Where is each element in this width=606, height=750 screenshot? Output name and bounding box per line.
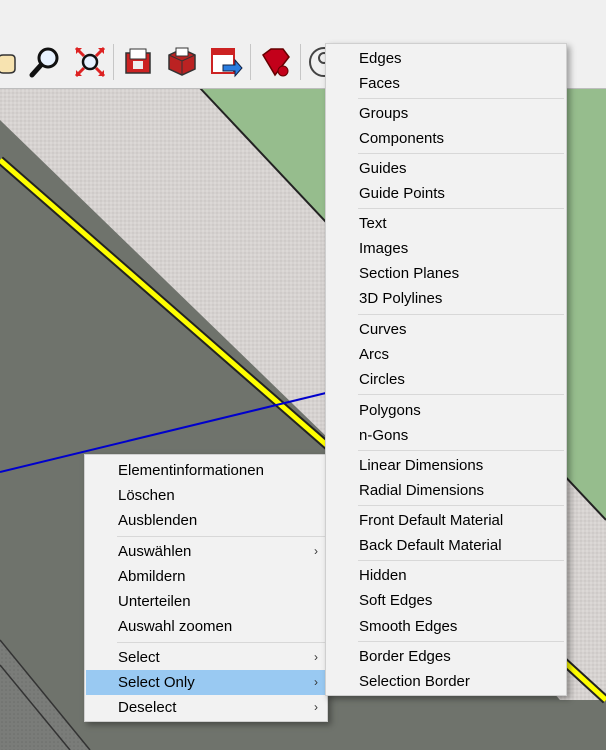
- submenu-item-selection-border[interactable]: Selection Border: [327, 669, 565, 694]
- submenu-item-n-gons[interactable]: n-Gons: [327, 423, 565, 448]
- submenu-item-linear-dimensions[interactable]: Linear Dimensions: [327, 453, 565, 478]
- menu-item-label: Arcs: [359, 346, 389, 363]
- submenu-item-guides[interactable]: Guides: [327, 156, 565, 181]
- submenu-item-text[interactable]: Text: [327, 211, 565, 236]
- select-only-submenu: Edges Faces Groups Components Guides Gui…: [325, 43, 567, 696]
- extension-warehouse-icon[interactable]: [162, 42, 202, 82]
- menu-item-label: Text: [359, 215, 387, 232]
- menu-item-label: Circles: [359, 371, 405, 388]
- menu-item-label: Deselect: [118, 699, 177, 716]
- menu-item-hide[interactable]: Ausblenden: [86, 508, 326, 533]
- menu-item-soften[interactable]: Abmildern: [86, 564, 326, 589]
- menu-separator: [358, 394, 564, 395]
- submenu-item-guide-points[interactable]: Guide Points: [327, 181, 565, 206]
- menu-item-label: Select: [118, 649, 160, 666]
- submenu-item-radial-dimensions[interactable]: Radial Dimensions: [327, 478, 565, 503]
- menu-item-label: Border Edges: [359, 648, 451, 665]
- submenu-item-arcs[interactable]: Arcs: [327, 342, 565, 367]
- chevron-right-icon: ›: [314, 675, 318, 689]
- menu-item-label: Selection Border: [359, 673, 470, 690]
- submenu-item-components[interactable]: Components: [327, 126, 565, 151]
- submenu-item-faces[interactable]: Faces: [327, 71, 565, 96]
- menu-item-label: Elementinformationen: [118, 462, 264, 479]
- warehouse-icon[interactable]: [118, 42, 158, 82]
- menu-separator: [358, 560, 564, 561]
- submenu-item-3d-polylines[interactable]: 3D Polylines: [327, 286, 565, 311]
- menu-item-label: Guide Points: [359, 185, 445, 202]
- menu-item-delete[interactable]: Löschen: [86, 483, 326, 508]
- chevron-right-icon: ›: [314, 650, 318, 664]
- menu-separator: [117, 642, 325, 643]
- chevron-right-icon: ›: [314, 700, 318, 714]
- menu-item-label: Select Only: [118, 674, 195, 691]
- menu-item-label: Ausblenden: [118, 512, 198, 529]
- menu-item-label: Back Default Material: [359, 537, 502, 554]
- submenu-item-back-default-material[interactable]: Back Default Material: [327, 533, 565, 558]
- menu-item-label: Hidden: [359, 567, 407, 584]
- menu-item-select-only[interactable]: Select Only ›: [86, 670, 326, 695]
- submenu-item-hidden[interactable]: Hidden: [327, 563, 565, 588]
- zoom-extents-icon[interactable]: [70, 42, 110, 82]
- menu-separator: [358, 153, 564, 154]
- menu-item-label: Abmildern: [118, 568, 186, 585]
- menu-item-label: Images: [359, 240, 409, 257]
- submenu-item-front-default-material[interactable]: Front Default Material: [327, 508, 565, 533]
- submenu-item-images[interactable]: Images: [327, 236, 565, 261]
- menu-item-label: Section Planes: [359, 265, 460, 282]
- menu-separator: [358, 98, 564, 99]
- menu-item-label: Components: [359, 130, 445, 147]
- menu-item-select[interactable]: Select ›: [86, 645, 326, 670]
- chevron-right-icon: ›: [314, 544, 318, 558]
- menu-item-label: Löschen: [118, 487, 175, 504]
- menu-separator: [117, 536, 325, 537]
- menu-separator: [358, 314, 564, 315]
- menu-item-label: Guides: [359, 160, 407, 177]
- menu-item-label: Front Default Material: [359, 512, 504, 529]
- menu-item-label: Unterteilen: [118, 593, 191, 610]
- menu-separator: [358, 208, 564, 209]
- menu-separator: [358, 641, 564, 642]
- menu-item-label: Smooth Edges: [359, 618, 458, 635]
- submenu-item-soft-edges[interactable]: Soft Edges: [327, 588, 565, 613]
- submenu-item-border-edges[interactable]: Border Edges: [327, 644, 565, 669]
- submenu-item-polygons[interactable]: Polygons: [327, 398, 565, 423]
- menu-item-label: Edges: [359, 50, 402, 67]
- menu-separator: [358, 505, 564, 506]
- submenu-item-curves[interactable]: Curves: [327, 317, 565, 342]
- context-menu: Elementinformationen Löschen Ausblenden …: [84, 454, 328, 722]
- pan-icon[interactable]: [0, 42, 28, 82]
- submenu-item-circles[interactable]: Circles: [327, 367, 565, 392]
- menu-item-entity-info[interactable]: Elementinformationen: [86, 458, 326, 483]
- menu-item-label: n-Gons: [359, 427, 409, 444]
- menu-item-label: Soft Edges: [359, 592, 433, 609]
- submenu-item-edges[interactable]: Edges: [327, 46, 565, 71]
- menu-item-label: Radial Dimensions: [359, 482, 485, 499]
- menu-item-zoom-selection[interactable]: Auswahl zoomen: [86, 614, 326, 639]
- send-to-layout-icon[interactable]: [206, 42, 246, 82]
- menu-item-select-de[interactable]: Auswählen ›: [86, 539, 326, 564]
- menu-item-label: Groups: [359, 105, 409, 122]
- menu-item-label: Curves: [359, 321, 407, 338]
- submenu-item-smooth-edges[interactable]: Smooth Edges: [327, 614, 565, 639]
- menu-item-label: Auswählen: [118, 543, 192, 560]
- menu-item-label: Auswahl zoomen: [118, 618, 233, 635]
- menu-item-subdivide[interactable]: Unterteilen: [86, 589, 326, 614]
- zoom-icon[interactable]: [26, 42, 66, 82]
- menu-item-deselect[interactable]: Deselect ›: [86, 695, 326, 720]
- menu-item-label: Faces: [359, 75, 400, 92]
- submenu-item-section-planes[interactable]: Section Planes: [327, 261, 565, 286]
- menu-item-label: 3D Polylines: [359, 290, 443, 307]
- ruby-console-icon[interactable]: [254, 42, 294, 82]
- menu-item-label: Linear Dimensions: [359, 457, 484, 474]
- menu-item-label: Polygons: [359, 402, 421, 419]
- submenu-item-groups[interactable]: Groups: [327, 101, 565, 126]
- menu-separator: [358, 450, 564, 451]
